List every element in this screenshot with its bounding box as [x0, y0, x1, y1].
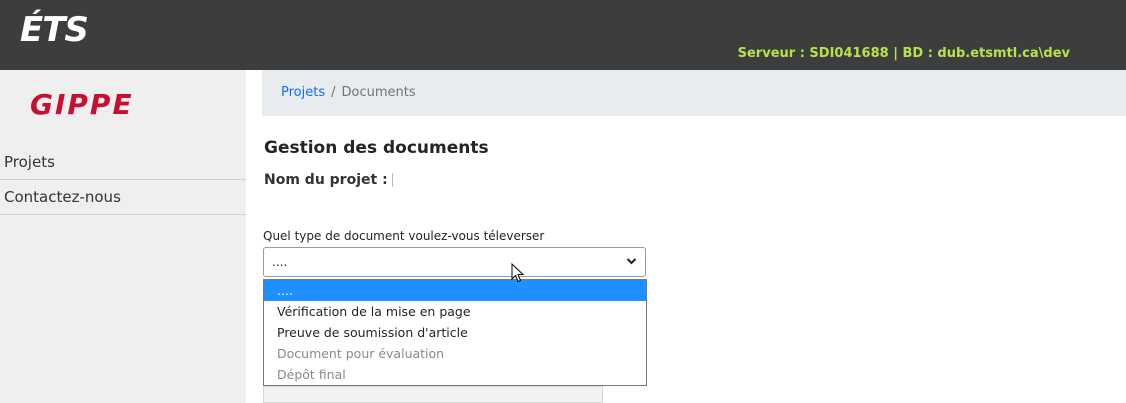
breadcrumb-separator: / — [331, 85, 336, 100]
sidebar-nav: Projets Contactez-nous — [0, 145, 246, 215]
chevron-down-svg — [626, 258, 637, 265]
document-type-options: .... Vérification de la mise en page Pre… — [263, 279, 647, 386]
option-verification-mise-en-page[interactable]: Vérification de la mise en page — [264, 301, 646, 322]
breadcrumb-link-projets[interactable]: Projets — [281, 85, 325, 100]
submit-button-obscured[interactable] — [263, 386, 603, 403]
option-depot-final: Dépôt final — [277, 367, 346, 382]
breadcrumb-current: Documents — [341, 85, 416, 100]
project-name-label: Nom du projet : — [264, 172, 388, 188]
option-document-pour-evaluation: Document pour évaluation — [277, 346, 445, 361]
project-name-row: Nom du projet : — [264, 172, 393, 188]
document-type-select[interactable]: .... — [263, 247, 646, 277]
select-current-value: .... — [272, 255, 288, 269]
option-placeholder[interactable]: .... — [264, 280, 646, 301]
sidebar-item-projets[interactable]: Projets — [0, 145, 246, 180]
top-header-bar: ÉTS Serveur : SDI041688 | BD : dub.etsmt… — [0, 0, 1126, 70]
sidebar: GIPPE Projets Contactez-nous — [0, 70, 246, 403]
sidebar-item-contactez-nous[interactable]: Contactez-nous — [0, 180, 246, 215]
project-name-value — [391, 173, 393, 187]
page-title: Gestion des documents — [264, 138, 489, 158]
gippe-logo[interactable]: GIPPE — [30, 80, 134, 130]
document-type-label: Quel type de document voulez-vous téleve… — [263, 229, 545, 243]
server-info: Serveur : SDI041688 | BD : dub.etsmtl.ca… — [737, 46, 1070, 61]
breadcrumb: Projets / Documents — [262, 70, 1126, 116]
option-preuve-soumission-article[interactable]: Preuve de soumission d'article — [264, 322, 646, 343]
mouse-pointer-svg — [511, 262, 525, 283]
ets-logo[interactable]: ÉTS — [20, 10, 89, 50]
